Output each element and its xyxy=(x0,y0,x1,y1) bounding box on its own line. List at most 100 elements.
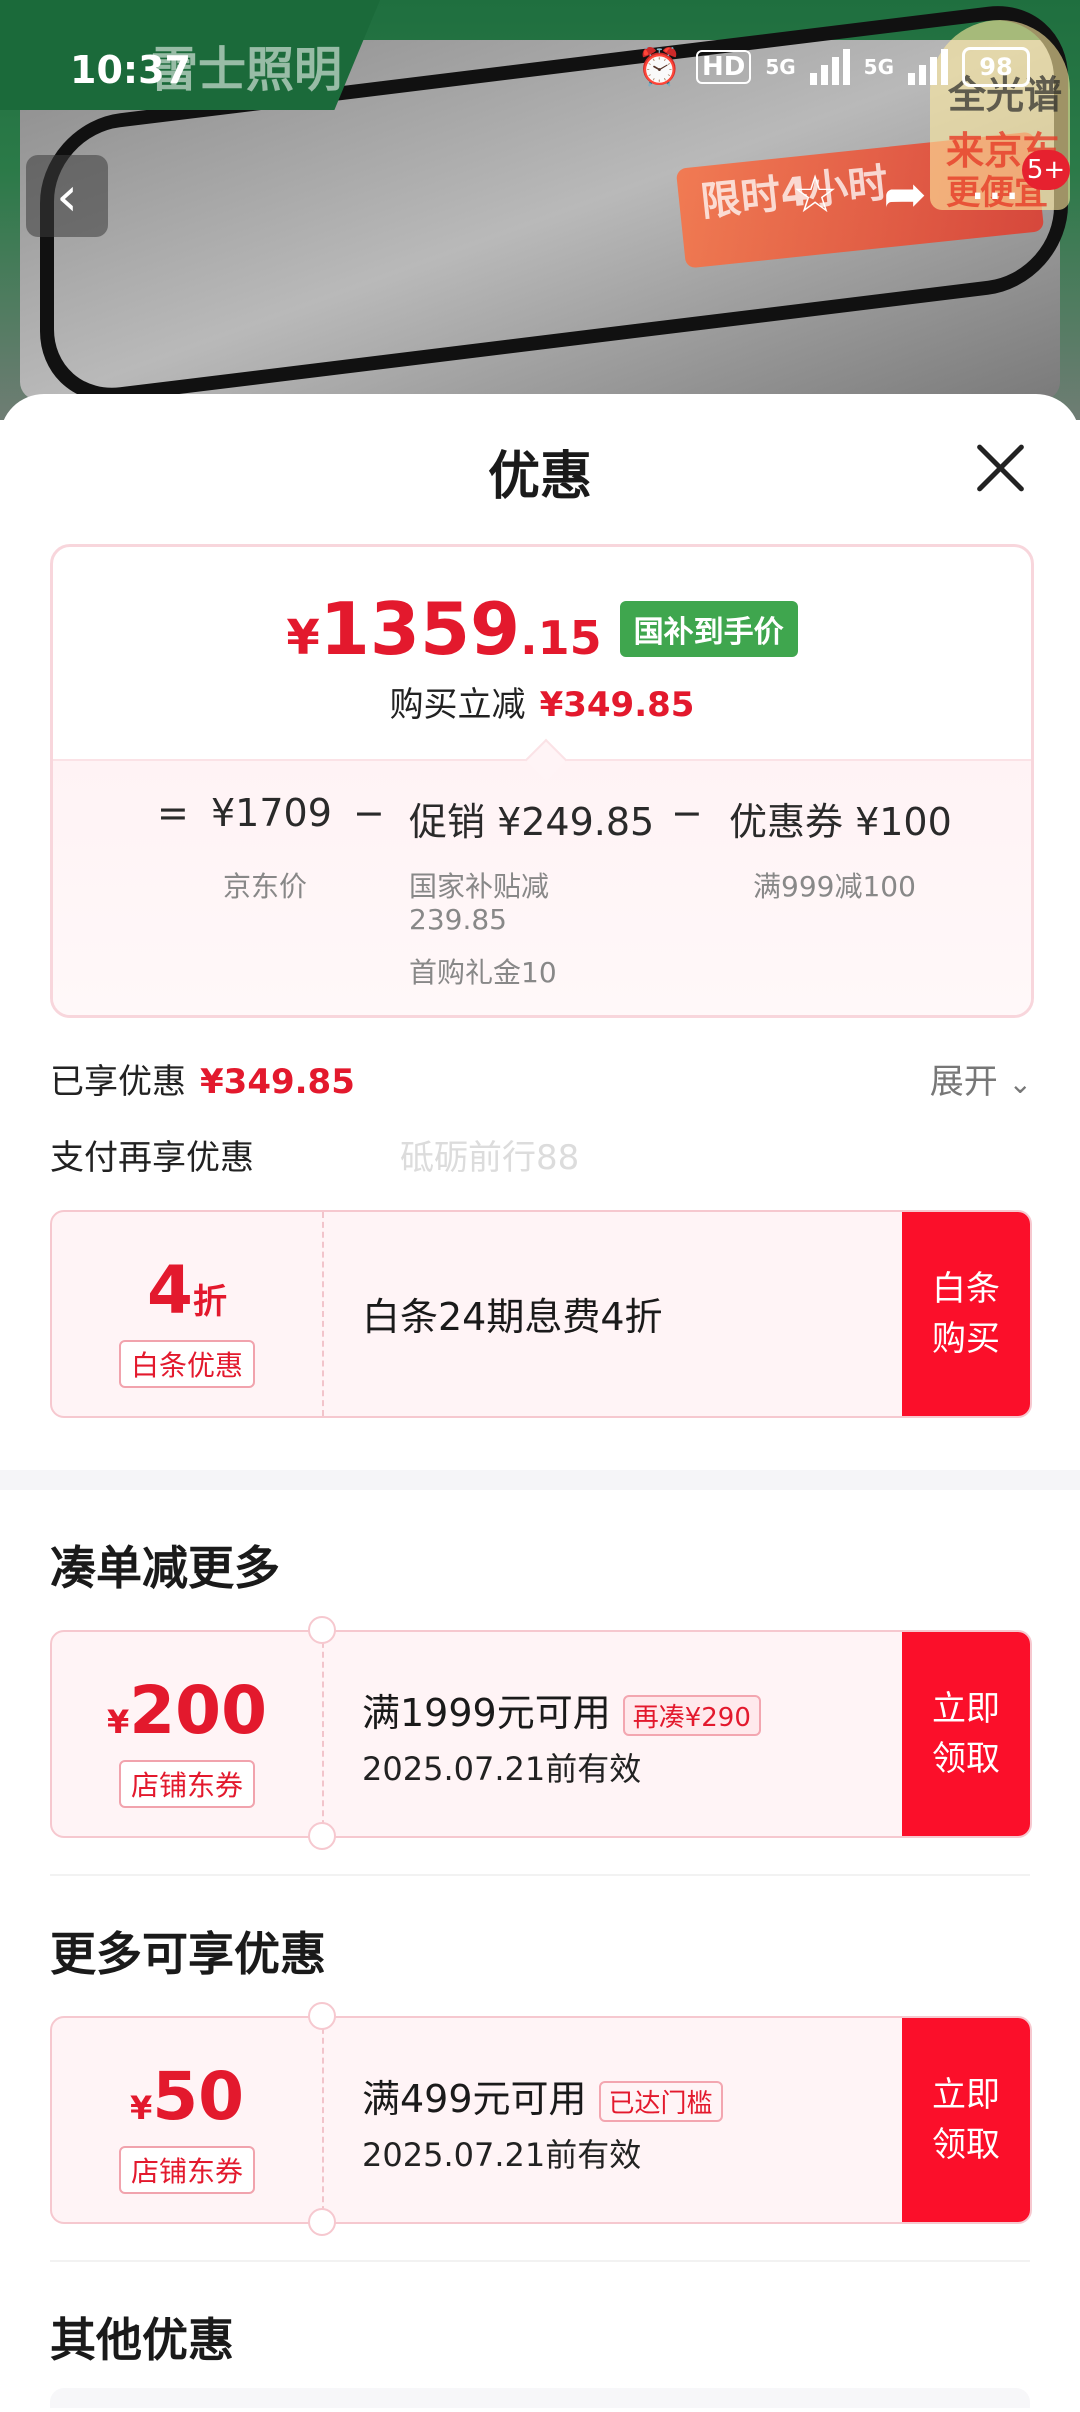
coupon-sub: 满999减100 xyxy=(753,870,916,903)
network-label-2: 5G xyxy=(863,55,894,79)
breakdown-row: = ¥1709 − 促销 ¥249.85 − 优惠券 ¥100 xyxy=(53,791,1031,851)
coupon-50-type-label: 店铺东券 xyxy=(118,2146,255,2194)
baitiao-type-label: 白条优惠 xyxy=(118,1340,255,1388)
saving-line: 购买立减 ¥349.85 xyxy=(53,677,1031,726)
price-integer: 1359 xyxy=(319,587,521,671)
claim-coupon-200-button[interactable]: 立即领取 xyxy=(902,1632,1030,1836)
baitiao-buy-label: 白条购买 xyxy=(932,1269,1000,1359)
enjoyed-value: ¥349.85 xyxy=(200,1062,355,1102)
coupon-200-num: 200 xyxy=(129,1672,268,1749)
coupon-200-notch-top xyxy=(308,1616,336,1644)
section-separator xyxy=(50,1874,1030,1876)
network-label-1: 5G xyxy=(765,55,796,79)
baitiao-discount: 4折 xyxy=(52,1252,322,1329)
coupon-50-num: 50 xyxy=(152,2058,245,2135)
subsidy-price-tag: 国补到手价 xyxy=(619,601,798,657)
promo-sub-national: 国家补贴减 xyxy=(409,870,550,903)
favorite-button[interactable]: ☆ xyxy=(780,160,850,230)
coupon-200-type: 店铺东券 xyxy=(52,1760,322,1808)
watermark: 砥砺前行88 xyxy=(400,1138,580,1178)
baitiao-type: 白条优惠 xyxy=(52,1340,322,1388)
coupon-200-valid: 2025.07.21前有效 xyxy=(362,1750,642,1788)
enjoyed-discount: 已享优惠 ¥349.85 xyxy=(50,1054,355,1103)
expand-label: 展开 xyxy=(929,1062,998,1102)
share-icon: ➦ xyxy=(883,165,927,225)
promo-sub-gift: 首购礼金10 xyxy=(409,956,557,989)
coupon-50-notch-bottom xyxy=(308,2208,336,2236)
coupon-amount: 优惠券 ¥100 xyxy=(729,800,952,844)
coupon-200-badge: 再凑¥290 xyxy=(622,1695,761,1736)
chevron-down-icon: ⌄ xyxy=(1008,1067,1032,1100)
close-icon[interactable] xyxy=(970,436,1030,496)
other-offers-card-peek xyxy=(50,2388,1030,2408)
enjoyed-label: 已享优惠 xyxy=(50,1062,186,1102)
baitiao-num: 4 xyxy=(147,1252,193,1329)
coupon-200-desc-line: 满1999元可用 再凑¥290 xyxy=(362,1682,761,1737)
coupon-200-type-label: 店铺东券 xyxy=(118,1760,255,1808)
section-enjoy-title: 更多可享优惠 xyxy=(50,1927,326,1981)
coupon-50-valid: 2025.07.21前有效 xyxy=(362,2136,642,2174)
price-summary-card: ¥1359.15 国补到手价 购买立减 ¥349.85 = ¥1709 − 促销 … xyxy=(50,544,1034,1018)
price-top: ¥1359.15 国补到手价 购买立减 ¥349.85 xyxy=(53,547,1031,759)
coupon-50-left: ¥50 店铺东券 xyxy=(52,2018,324,2222)
battery-icon: 98 xyxy=(962,47,1030,87)
sheet-title: 优惠 xyxy=(487,447,592,507)
coupon-200-amount: ¥200 xyxy=(52,1672,322,1749)
more-icon: ⋯ xyxy=(969,165,1021,225)
coupon-50-type: 店铺东券 xyxy=(52,2146,322,2194)
section-more-title: 凑单减更多 xyxy=(50,1541,280,1595)
baitiao-desc: 白条24期息费4折 xyxy=(362,1295,663,1339)
coupon-card-200: ¥200 店铺东券 满1999元可用 再凑¥290 2025.07.21前有效 立… xyxy=(50,1630,1032,1838)
baitiao-buy-button[interactable]: 白条购买 xyxy=(902,1212,1030,1416)
claim-coupon-200-label: 立即领取 xyxy=(932,1689,1000,1779)
back-arrow-icon: ‹ xyxy=(56,164,78,228)
price-breakdown: = ¥1709 − 促销 ¥249.85 − 优惠券 ¥100 京东价 国家补贴… xyxy=(53,738,1031,1015)
coupon-200-desc: 满1999元可用 xyxy=(362,1691,611,1735)
coupon-50-desc: 满499元可用 xyxy=(362,2077,587,2121)
minus-sign-2: − xyxy=(671,791,703,835)
pay-more-label: 支付再享优惠 xyxy=(50,1138,254,1178)
back-button[interactable]: ‹ xyxy=(26,155,108,237)
minus-sign-1: − xyxy=(353,791,385,835)
baitiao-unit: 折 xyxy=(192,1282,227,1322)
coupon-50-notch-top xyxy=(308,2002,336,2030)
coupon-200-currency: ¥ xyxy=(106,1703,130,1741)
saving-label: 购买立减 xyxy=(389,685,526,725)
signal-icon xyxy=(809,49,850,85)
section-separator-2 xyxy=(50,2260,1030,2262)
jd-price-label: 京东价 xyxy=(223,870,308,903)
section-other-title: 其他优惠 xyxy=(50,2313,234,2367)
jd-price: ¥1709 xyxy=(211,791,332,835)
star-icon: ☆ xyxy=(791,165,839,225)
promo-sub-amount: 239.85 xyxy=(409,903,507,936)
section-divider xyxy=(0,1470,1080,1490)
coupon-50-amount: ¥50 xyxy=(52,2058,322,2135)
status-icons: ⏰ HD 5G 5G 98 xyxy=(637,46,1030,88)
baitiao-offer-card: 4折 白条优惠 白条24期息费4折 白条购买 xyxy=(50,1210,1032,1418)
baitiao-left: 4折 白条优惠 xyxy=(52,1212,324,1416)
hd-icon: HD xyxy=(695,50,752,84)
discount-sheet: 优惠 ¥1359.15 国补到手价 购买立减 ¥349.85 = ¥1709 − … xyxy=(0,394,1080,2412)
coupon-200-notch-bottom xyxy=(308,1822,336,1850)
claim-coupon-50-label: 立即领取 xyxy=(932,2075,1000,2165)
coupon-50-desc-line: 满499元可用 已达门槛 xyxy=(362,2068,723,2123)
saving-value: ¥349.85 xyxy=(539,685,695,725)
alarm-icon: ⏰ xyxy=(637,47,682,88)
signal-icon-2 xyxy=(908,49,948,85)
share-button[interactable]: ➦ xyxy=(870,160,940,230)
more-button[interactable]: ⋯ xyxy=(960,160,1030,230)
coupon-card-50: ¥50 店铺东券 满499元可用 已达门槛 2025.07.21前有效 立即领取 xyxy=(50,2016,1032,2224)
price-decimal: .15 xyxy=(520,611,602,665)
coupon-200-left: ¥200 店铺东券 xyxy=(52,1632,324,1836)
final-price-line: ¥1359.15 国补到手价 xyxy=(53,587,1031,671)
status-time: 10:37 xyxy=(70,48,191,92)
final-price: ¥1359.15 xyxy=(286,587,601,671)
claim-coupon-50-button[interactable]: 立即领取 xyxy=(902,2018,1030,2222)
price-currency: ¥ xyxy=(286,610,320,666)
promo-amount: 促销 ¥249.85 xyxy=(409,800,655,844)
expand-toggle[interactable]: 展开 ⌄ xyxy=(930,1054,1032,1103)
equals-sign: = xyxy=(157,791,189,835)
status-bar: 10:37 ⏰ HD 5G 5G 98 xyxy=(0,0,1080,140)
coupon-50-currency: ¥ xyxy=(129,2089,153,2127)
coupon-50-badge: 已达门槛 xyxy=(598,2081,723,2122)
